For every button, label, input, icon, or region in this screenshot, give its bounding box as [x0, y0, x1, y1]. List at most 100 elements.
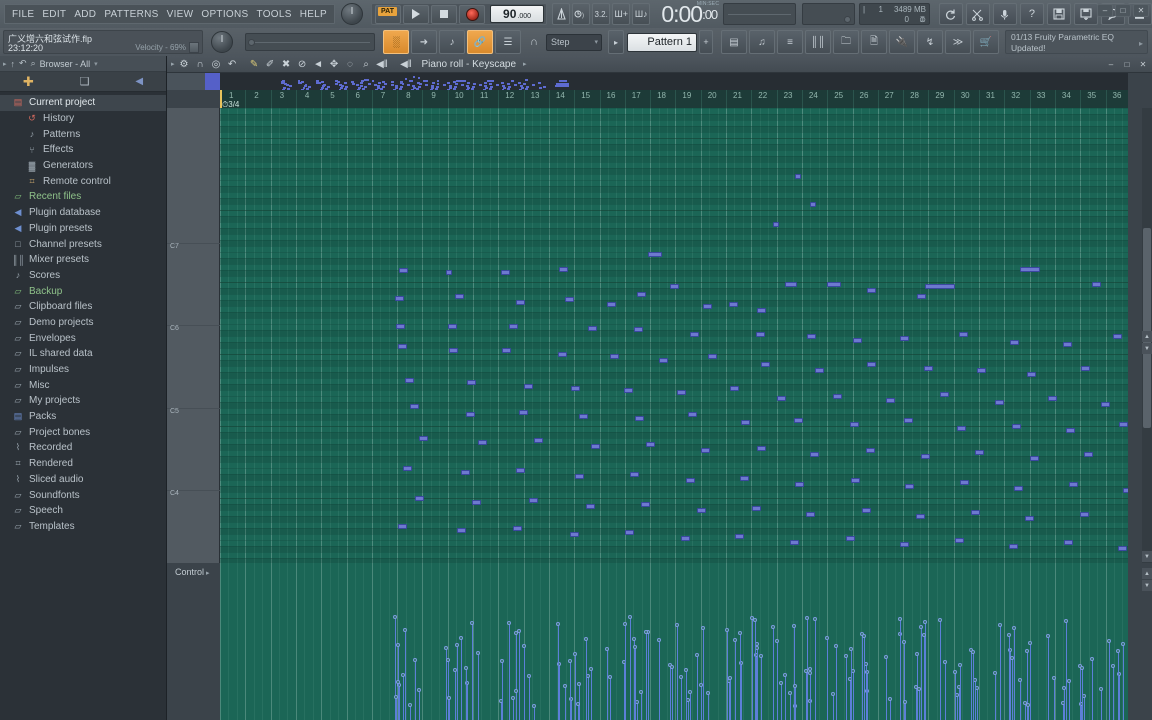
piano-roll-note[interactable] [850, 422, 859, 427]
velocity-bar[interactable] [790, 693, 791, 720]
piano-roll-note[interactable] [513, 526, 522, 531]
piano-roll-note[interactable] [648, 252, 662, 257]
velocity-handle[interactable] [706, 691, 710, 695]
velocity-bar[interactable] [509, 623, 510, 720]
piano-roll-note[interactable] [1010, 340, 1019, 345]
piano-roll-note[interactable] [977, 368, 986, 373]
velocity-handle[interactable] [573, 652, 577, 656]
velocity-handle[interactable] [902, 640, 906, 644]
velocity-handle[interactable] [738, 631, 742, 635]
velocity-handle[interactable] [888, 697, 892, 701]
piano-roll-caret-icon[interactable]: ▸ [523, 60, 527, 68]
piano-roll-note[interactable] [509, 324, 518, 329]
velocity-handle[interactable] [556, 622, 560, 626]
velocity-bar[interactable] [396, 697, 397, 720]
piano-roll-minimize-button[interactable]: – [1104, 58, 1118, 70]
channel-volume-knob[interactable] [211, 31, 233, 53]
piano-roll-note[interactable] [740, 476, 749, 481]
velocity-handle[interactable] [576, 702, 580, 706]
piano-roll-note[interactable] [955, 538, 964, 543]
velocity-bar[interactable] [419, 690, 420, 720]
velocity-bar[interactable] [519, 631, 520, 720]
browser-item-project-bones[interactable]: ▱ Project bones [0, 424, 166, 440]
piano-roll-note[interactable] [995, 400, 1004, 405]
velocity-handle[interactable] [1090, 657, 1094, 661]
velocity-bar[interactable] [777, 641, 778, 720]
channel-rack-button[interactable]: ≡ [777, 30, 803, 54]
velocity-bar[interactable] [591, 669, 592, 720]
piano-roll-note[interactable] [449, 348, 458, 353]
velocity-bar[interactable] [977, 688, 978, 720]
velocity-bar[interactable] [513, 698, 514, 720]
piano-roll-note[interactable] [730, 386, 739, 391]
effects-button[interactable]: ↯ [917, 30, 943, 54]
browser-item-recent-files[interactable]: ▱ Recent files [0, 189, 166, 205]
velocity-bar[interactable] [502, 661, 503, 720]
undo-icon[interactable]: ↶ [226, 58, 239, 71]
browser-item-my-projects[interactable]: ▱ My projects [0, 393, 166, 409]
piano-roll-note[interactable] [686, 478, 695, 483]
velocity-bar[interactable] [630, 617, 631, 720]
browser-menu-caret-icon[interactable]: ▾ [94, 60, 98, 68]
piano-roll-note[interactable] [516, 300, 525, 305]
velocity-bar[interactable] [472, 623, 473, 720]
velocity-bar[interactable] [1000, 625, 1001, 720]
velocity-handle[interactable] [514, 689, 518, 693]
velocity-handle[interactable] [1018, 678, 1022, 682]
scroll-zoom-down-button[interactable]: ▼ [1142, 343, 1152, 354]
piano-roll-note[interactable] [398, 344, 407, 349]
piano-roll-note[interactable] [1113, 334, 1122, 339]
zoom-icon[interactable]: ⌕ [360, 58, 373, 71]
velocity-bar[interactable] [398, 682, 399, 720]
velocity-handle[interactable] [459, 636, 463, 640]
velocity-bar[interactable] [1009, 635, 1010, 720]
velocity-handle[interactable] [1007, 633, 1011, 637]
piano-roll-note[interactable] [940, 392, 949, 397]
piano-roll-note[interactable] [790, 540, 799, 545]
velocity-bar[interactable] [410, 705, 411, 720]
piano-roll-note[interactable] [558, 352, 567, 357]
piano-roll-note[interactable] [690, 332, 699, 337]
menu-item-options[interactable]: OPTIONS [197, 7, 252, 22]
velocity-bar[interactable] [672, 667, 673, 720]
browser-item-rendered[interactable]: ⌗ Rendered [0, 456, 166, 472]
velocity-bar[interactable] [1020, 680, 1021, 720]
piano-roll-close-button[interactable]: ✕ [1136, 58, 1150, 70]
velocity-bar[interactable] [516, 691, 517, 720]
velocity-bar[interactable] [688, 700, 689, 720]
velocity-handle[interactable] [915, 652, 919, 656]
velocity-bar[interactable] [703, 628, 704, 720]
piano-roll-note[interactable] [757, 446, 766, 451]
browser-item-il-shared-data[interactable]: ▱ IL shared data [0, 346, 166, 362]
velocity-bar[interactable] [681, 677, 682, 720]
piano-roll-note[interactable] [461, 470, 470, 475]
slice-tool-icon[interactable]: ✖ [280, 58, 293, 71]
countdown-button[interactable]: 3.2. [592, 3, 611, 25]
velocity-bar[interactable] [945, 662, 946, 720]
piano-roll-note[interactable] [410, 404, 419, 409]
velocity-handle[interactable] [1111, 664, 1115, 668]
piano-roll-note[interactable] [398, 524, 407, 529]
browser-item-impulses[interactable]: ▱ Impulses [0, 362, 166, 378]
velocity-handle[interactable] [1064, 619, 1068, 623]
velocity-handle[interactable] [813, 617, 817, 621]
velocity-bar[interactable] [570, 661, 571, 720]
piano-roll-note[interactable] [810, 202, 816, 207]
velocity-handle[interactable] [532, 704, 536, 708]
piano-roll-note[interactable] [635, 416, 644, 421]
menu-item-file[interactable]: FILE [8, 7, 38, 22]
velocity-bar[interactable] [761, 656, 762, 720]
piano-roll-note[interactable] [916, 514, 925, 519]
velocity-handle[interactable] [1012, 626, 1016, 630]
piano-roll-note[interactable] [851, 478, 860, 483]
velocity-handle[interactable] [793, 684, 797, 688]
piano-roll-note[interactable] [846, 536, 855, 541]
velocity-bar[interactable] [955, 672, 956, 720]
velocity-bar[interactable] [1123, 644, 1124, 720]
velocity-handle[interactable] [413, 658, 417, 662]
velocity-handle[interactable] [1028, 641, 1032, 645]
velocity-handle[interactable] [943, 660, 947, 664]
velocity-handle[interactable] [464, 666, 468, 670]
velocity-bar[interactable] [571, 699, 572, 720]
velocity-handle[interactable] [1067, 679, 1071, 683]
